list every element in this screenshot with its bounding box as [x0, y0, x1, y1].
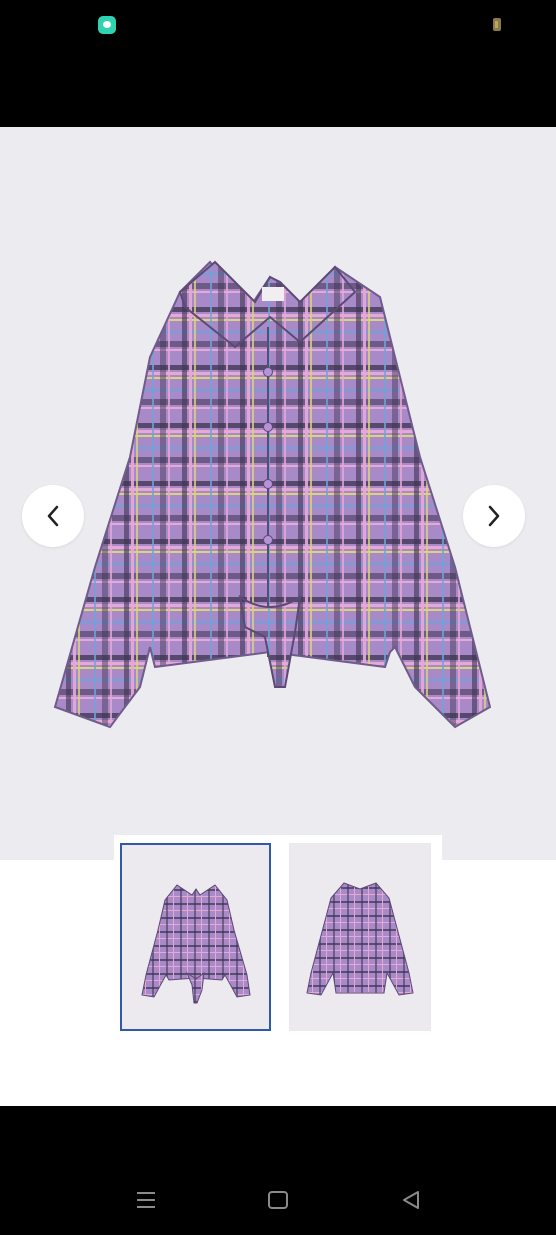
home-icon: [268, 1191, 288, 1209]
back-triangle-icon: [403, 1191, 419, 1209]
chevron-right-icon: [488, 505, 500, 527]
status-bar: [0, 0, 556, 127]
recent-apps-button[interactable]: [131, 1185, 161, 1215]
home-button[interactable]: [263, 1185, 293, 1215]
recent-apps-icon: [137, 1192, 155, 1208]
next-image-button[interactable]: [463, 485, 525, 547]
thumbnail-front[interactable]: [120, 843, 271, 1031]
thumbnail-back-image: [306, 882, 414, 996]
battery-icon: [493, 18, 501, 31]
chevron-left-icon: [47, 505, 59, 527]
prev-image-button[interactable]: [22, 485, 84, 547]
thumbnail-strip: [114, 835, 442, 1035]
thumbnail-back[interactable]: [289, 843, 431, 1031]
chat-app-icon: [98, 16, 116, 34]
back-button[interactable]: [396, 1185, 426, 1215]
thumbnail-front-image: [141, 884, 251, 1004]
system-navigation-bar: [0, 1106, 556, 1235]
